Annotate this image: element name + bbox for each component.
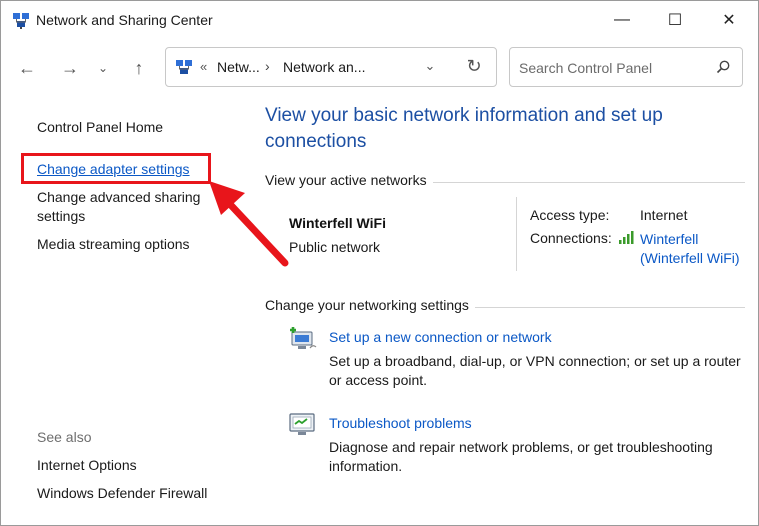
connections-label: Connections: (530, 230, 612, 246)
media-streaming-link[interactable]: Media streaming options (37, 235, 190, 254)
refresh-button[interactable]: ↻ (463, 56, 485, 77)
windows-defender-firewall-link[interactable]: Windows Defender Firewall (37, 484, 207, 503)
search-box[interactable] (509, 47, 743, 87)
close-button[interactable]: ✕ (703, 1, 755, 39)
address-overflow-button[interactable]: « (200, 59, 207, 74)
network-icon (176, 60, 192, 74)
new-connection-icon (290, 327, 317, 349)
forward-button[interactable]: → (57, 55, 83, 81)
setup-new-connection-description: Set up a broadband, dial-up, or VPN conn… (329, 353, 741, 388)
access-type-label: Access type: (530, 207, 610, 223)
arrow-annotation-icon (209, 181, 289, 267)
vertical-divider (516, 197, 517, 271)
breadcrumb-separator[interactable]: › (265, 58, 270, 74)
troubleshoot-icon (289, 413, 315, 435)
title-bar: Network and Sharing Center — ☐ ✕ (1, 1, 758, 39)
internet-options-link[interactable]: Internet Options (37, 456, 137, 475)
page-title: View your basic network information and … (265, 105, 663, 152)
highlight-annotation-box (21, 153, 211, 184)
control-panel-home-link[interactable]: Control Panel Home (37, 118, 163, 137)
active-networks-heading: View your active networks (265, 172, 433, 188)
change-settings-heading: Change your networking settings (265, 297, 475, 313)
minimize-button[interactable]: — (596, 1, 648, 39)
window-title: Network and Sharing Center (36, 12, 213, 28)
breadcrumb-network-sharing[interactable]: Network an... (283, 59, 365, 75)
setup-new-connection-link[interactable]: Set up a new connection or network (329, 329, 552, 345)
network-name: Winterfell WiFi (289, 215, 386, 231)
recent-locations-button[interactable]: ⌄ (93, 55, 113, 81)
troubleshoot-problems-link[interactable]: Troubleshoot problems (329, 415, 472, 431)
address-bar[interactable]: « Netw... › Network an... ⌄ ↻ (165, 47, 497, 87)
change-advanced-sharing-link[interactable]: Change advanced sharing settings (37, 188, 217, 226)
access-type-value: Internet (640, 207, 688, 223)
see-also-heading: See also (37, 429, 92, 445)
troubleshoot-problems-description: Diagnose and repair network problems, or… (329, 439, 713, 474)
search-input[interactable] (519, 58, 699, 78)
breadcrumb-network[interactable]: Netw... (217, 59, 260, 75)
wifi-signal-icon (619, 231, 634, 244)
window: Network and Sharing Center — ☐ ✕ ← → ⌄ ↑… (0, 0, 759, 526)
maximize-button[interactable]: ☐ (649, 1, 701, 39)
back-button[interactable]: ← (14, 55, 40, 81)
network-type: Public network (289, 239, 381, 255)
navigation-bar: ← → ⌄ ↑ « Netw... › Network an... ⌄ ↻ (1, 39, 758, 95)
network-icon (13, 13, 29, 29)
connection-link[interactable]: Winterfell (Winterfell WiFi) (640, 230, 750, 268)
address-dropdown-button[interactable]: ⌄ (421, 58, 439, 74)
up-button[interactable]: ↑ (126, 55, 152, 81)
search-icon[interactable] (715, 59, 731, 75)
